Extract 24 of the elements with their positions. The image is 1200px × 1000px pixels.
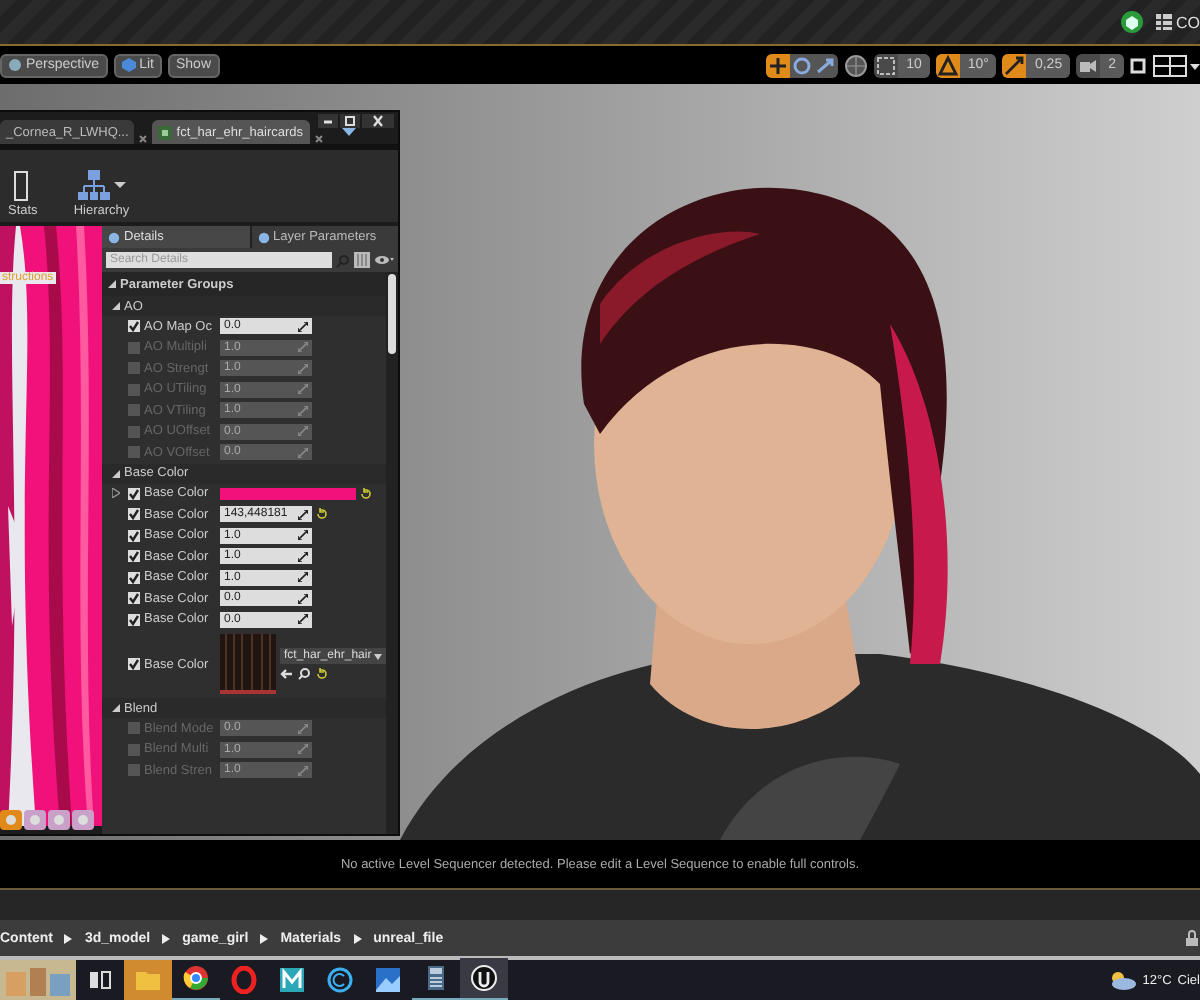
chevron-icon[interactable] [64, 933, 73, 943]
scale-snap-icon[interactable] [1002, 53, 1027, 77]
transform-tools-icon[interactable] [766, 53, 839, 77]
menu-label[interactable]: CO [1176, 13, 1200, 31]
chevron-icon[interactable] [162, 933, 171, 943]
chevron-icon[interactable] [260, 933, 269, 943]
grid-snap-icon[interactable] [874, 53, 899, 77]
layout-icon[interactable] [1152, 53, 1200, 77]
maximize-icon[interactable] [1130, 57, 1146, 73]
avatar-icon[interactable] [1120, 10, 1144, 34]
engine-icon[interactable] [470, 964, 498, 992]
circle-icon[interactable] [326, 966, 354, 994]
weather-icon[interactable] [1108, 970, 1137, 990]
task-view-icon[interactable] [86, 966, 114, 994]
ring-icon[interactable] [230, 966, 258, 994]
chevron-icon[interactable] [353, 933, 362, 943]
app-icon[interactable] [278, 966, 306, 994]
grid-icon [1156, 14, 1172, 30]
lock-icon[interactable] [1184, 930, 1200, 946]
image-icon[interactable] [374, 966, 402, 994]
calculator-icon[interactable] [422, 964, 450, 992]
angle-snap-icon[interactable] [935, 53, 960, 77]
browser-icon[interactable] [182, 964, 210, 992]
sphere-icon [8, 58, 22, 72]
